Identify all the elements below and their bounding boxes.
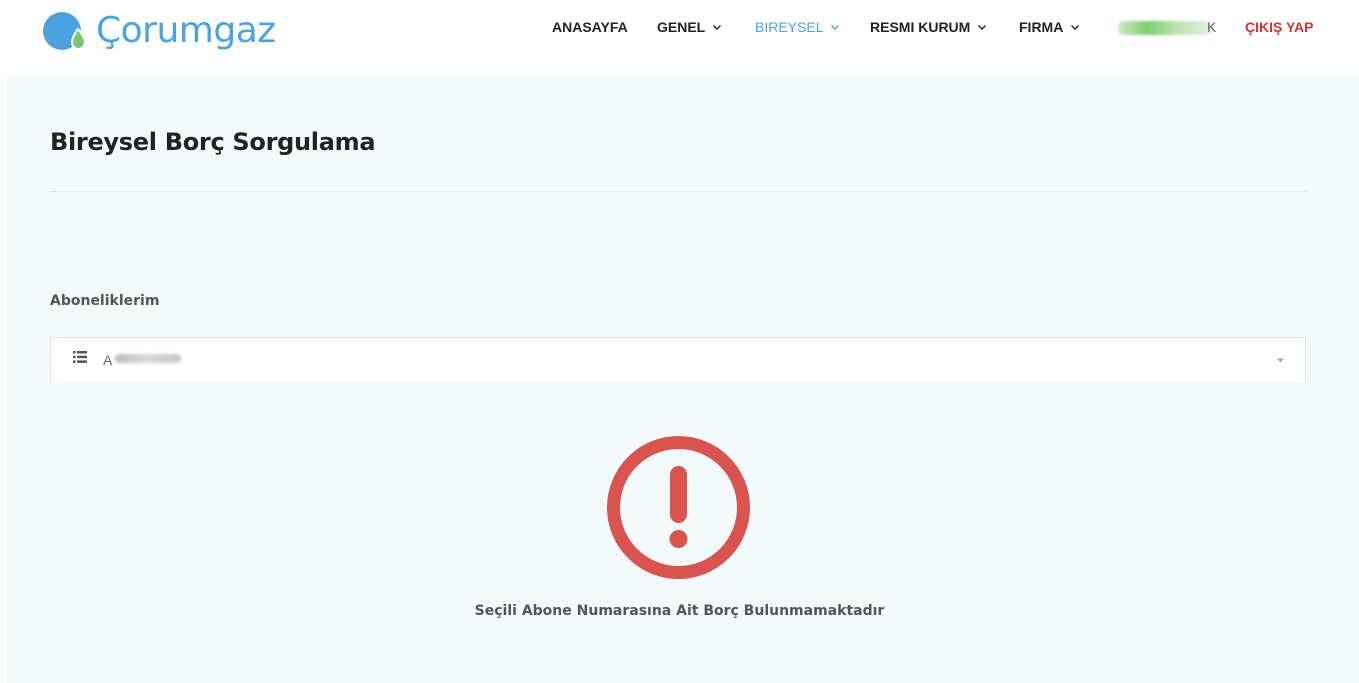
chevron-down-icon — [1071, 25, 1080, 30]
nav-item-anasayfa[interactable]: ANASAYFA — [552, 19, 628, 35]
logout-label: ÇIKIŞ YAP — [1245, 19, 1314, 35]
list-icon — [73, 351, 87, 363]
nav-item-label: BIREYSEL — [755, 19, 824, 35]
nav-item-bireysel[interactable]: BIREYSEL — [755, 19, 840, 35]
nav-item-genel[interactable]: GENEL — [657, 19, 722, 35]
user-name-suffix: K — [1207, 19, 1217, 35]
brand-logo[interactable]: Çorumgaz — [42, 7, 276, 53]
logo-mark-icon — [43, 12, 87, 51]
nav-item-firma[interactable]: FIRMA — [1019, 19, 1080, 35]
site-header: Çorumgaz ANASAYFA GENEL BIREYSEL RESMI K… — [0, 0, 1359, 76]
chevron-down-icon — [831, 25, 840, 30]
subscription-select[interactable]: A — [50, 337, 1306, 383]
logout-link[interactable]: ÇIKIŞ YAP — [1245, 19, 1313, 35]
chevron-down-icon — [1277, 358, 1284, 363]
exclamation-circle-icon — [607, 436, 750, 579]
brand-name: Çorumgaz — [96, 9, 276, 51]
selected-subscription-value: A — [103, 352, 113, 368]
nav-item-label: ANASAYFA — [552, 19, 628, 35]
title-divider — [50, 191, 1306, 192]
page-title: Bireysel Borç Sorgulama — [50, 128, 376, 156]
user-name-redacted[interactable] — [1118, 21, 1214, 35]
no-debt-message: Seçili Abone Numarasına Ait Borç Bulunma… — [474, 603, 885, 619]
subscription-number-redacted — [115, 354, 181, 363]
nav-item-resmi-kurum[interactable]: RESMI KURUM — [870, 19, 987, 35]
subscriptions-label: Aboneliklerim — [50, 293, 160, 309]
chevron-down-icon — [978, 25, 987, 30]
chevron-down-icon — [713, 25, 722, 30]
nav-item-label: RESMI KURUM — [870, 19, 971, 35]
nav-item-label: GENEL — [657, 19, 706, 35]
nav-item-label: FIRMA — [1019, 19, 1064, 35]
